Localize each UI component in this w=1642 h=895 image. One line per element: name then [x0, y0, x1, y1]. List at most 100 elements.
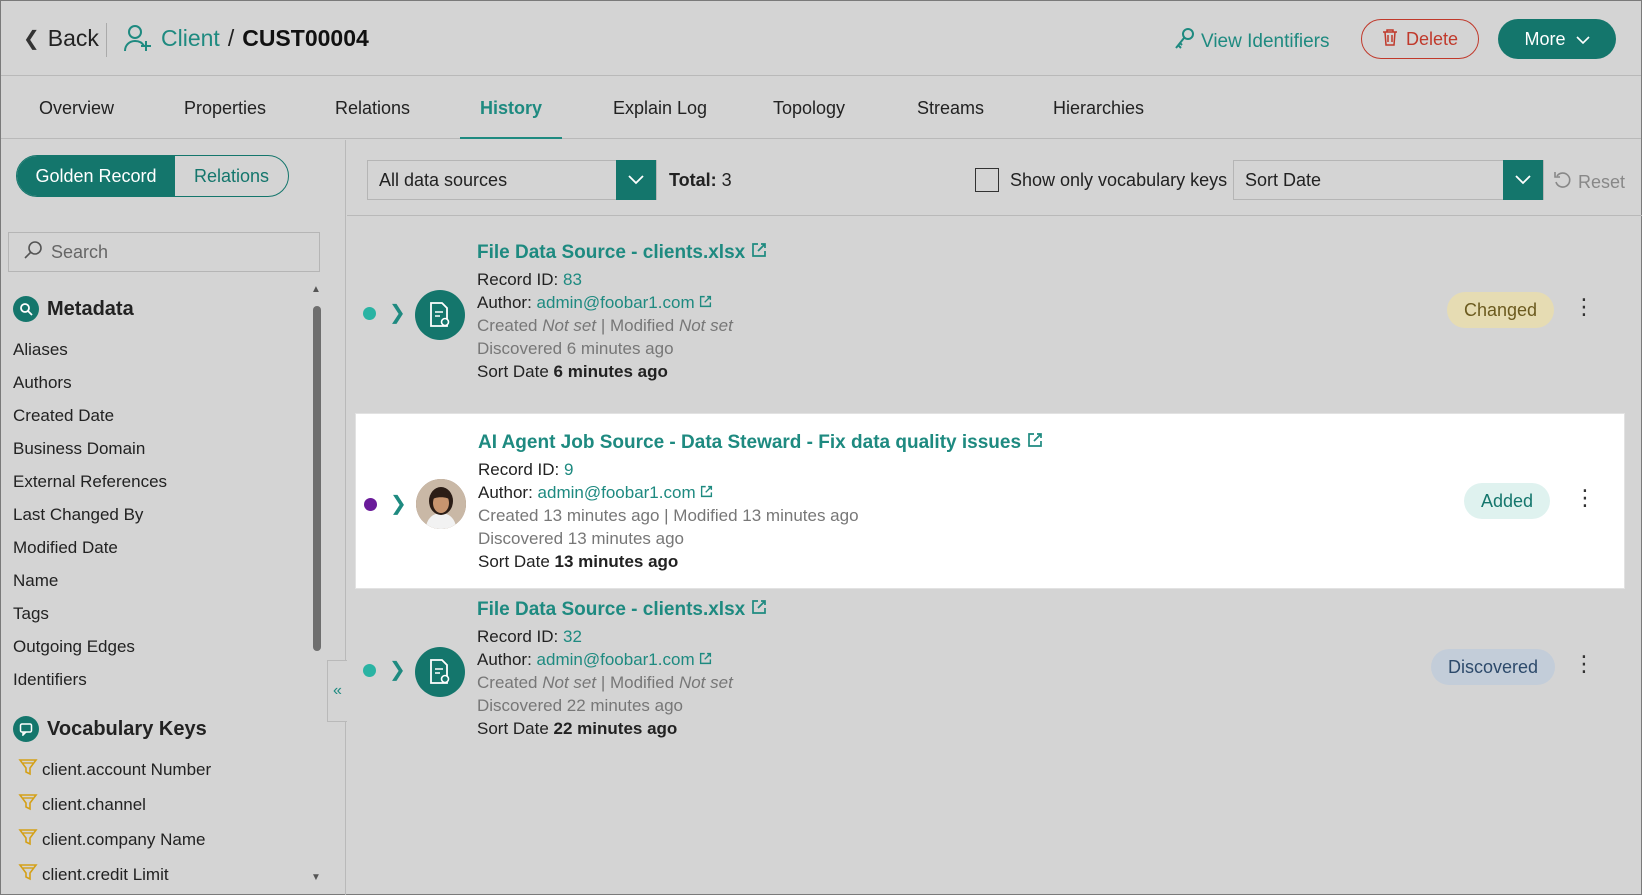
- view-identifiers-button[interactable]: View Identifiers: [1173, 27, 1330, 57]
- record-info: AI Agent Job Source - Data Steward - Fix…: [478, 432, 1043, 573]
- tab-streams[interactable]: Streams: [897, 77, 1004, 139]
- vocab-key-item[interactable]: client.credit Limit: [18, 862, 169, 887]
- history-record[interactable]: ❯ File Data Source - clients.xlsx Record…: [355, 234, 1625, 406]
- record-type-toggle: Golden Record Relations: [16, 155, 289, 197]
- author-label: Author:: [477, 293, 532, 312]
- vocab-key-item[interactable]: client.account Number: [18, 757, 211, 782]
- golden-record-toggle[interactable]: Golden Record: [17, 156, 175, 196]
- sidebar-scrollbar-thumb[interactable]: [313, 306, 321, 651]
- tab-topology[interactable]: Topology: [753, 77, 865, 139]
- record-id-row: Record ID: 32: [477, 625, 767, 648]
- sort-select[interactable]: Sort Date: [1233, 160, 1544, 200]
- metadata-item[interactable]: Identifiers: [13, 670, 87, 690]
- expand-chevron-icon[interactable]: ❯: [389, 300, 406, 325]
- external-link-icon[interactable]: [699, 650, 712, 669]
- external-link-icon[interactable]: [699, 293, 712, 312]
- vocab-key-item[interactable]: client.company Name: [18, 827, 205, 852]
- metadata-title-label: Metadata: [47, 297, 134, 320]
- tab-hierarchies[interactable]: Hierarchies: [1033, 77, 1164, 139]
- created-modified-row: Created 13 minutes ago | Modified 13 min…: [478, 506, 859, 525]
- author-link[interactable]: admin@foobar1.com: [537, 293, 695, 312]
- tab-history[interactable]: History: [460, 77, 563, 139]
- metadata-item[interactable]: Modified Date: [13, 538, 118, 558]
- history-record[interactable]: ❯ File Data Source - clients.xlsx Record…: [355, 591, 1625, 763]
- vocab-title-label: Vocabulary Keys: [47, 717, 207, 740]
- status-badge: Discovered: [1431, 649, 1556, 685]
- checkbox-box[interactable]: [975, 168, 999, 192]
- data-source-select-value: All data sources: [379, 169, 508, 190]
- modified-label: | Modified: [600, 673, 675, 692]
- vocabulary-key-icon: [18, 757, 38, 782]
- metadata-item[interactable]: External References: [13, 472, 167, 492]
- external-link-icon: [1027, 432, 1043, 454]
- author-label: Author:: [477, 650, 532, 669]
- breadcrumb-entity-type[interactable]: Client: [161, 25, 220, 52]
- vocab-key-label: client.company Name: [42, 829, 206, 849]
- record-id-label: Record ID:: [477, 270, 559, 289]
- collapse-sidebar-button[interactable]: «: [327, 660, 347, 722]
- total-label: Total:: [669, 170, 717, 190]
- metadata-item[interactable]: Business Domain: [13, 439, 145, 459]
- metadata-item[interactable]: Tags: [13, 604, 49, 624]
- chevron-down-icon: [1503, 160, 1543, 200]
- vocab-only-checkbox[interactable]: Show only vocabulary keys: [975, 168, 1227, 192]
- more-button[interactable]: More: [1498, 19, 1616, 59]
- add-person-icon: [123, 23, 153, 53]
- discovered-row: Discovered 13 minutes ago: [478, 529, 685, 548]
- metadata-item[interactable]: Authors: [13, 373, 72, 393]
- vocab-key-label: client.account Number: [42, 759, 212, 779]
- sort-date-row: Sort Date 22 minutes ago: [477, 717, 767, 740]
- more-options-icon[interactable]: ⋮: [1573, 294, 1595, 320]
- view-identifiers-label: View Identifiers: [1201, 31, 1330, 52]
- search-input[interactable]: Search: [8, 232, 320, 272]
- external-link-icon[interactable]: [700, 483, 713, 502]
- record-title-link[interactable]: File Data Source - clients.xlsx: [477, 242, 767, 264]
- expand-chevron-icon[interactable]: ❯: [389, 657, 406, 682]
- tab-explain-log[interactable]: Explain Log: [593, 77, 727, 139]
- metadata-item[interactable]: Last Changed By: [13, 505, 143, 525]
- page-header: ❮ Back Client / CUST00004 View Identifie…: [1, 1, 1641, 76]
- metadata-item[interactable]: Name: [13, 571, 58, 591]
- tab-overview[interactable]: Overview: [19, 77, 134, 139]
- vocab-key-label: client.channel: [42, 794, 146, 814]
- scroll-up-arrow-icon[interactable]: ▲: [311, 284, 321, 295]
- delete-button[interactable]: Delete: [1361, 19, 1479, 59]
- author-link[interactable]: admin@foobar1.com: [537, 650, 695, 669]
- vocab-key-item[interactable]: client.channel: [18, 792, 146, 817]
- modified-value: Not set: [678, 316, 733, 335]
- double-chevron-left-icon: «: [333, 682, 342, 699]
- record-title: File Data Source - clients.xlsx: [477, 242, 746, 263]
- vocabulary-key-icon: [18, 827, 38, 852]
- external-link-icon: [751, 242, 767, 264]
- record-title-link[interactable]: AI Agent Job Source - Data Steward - Fix…: [478, 432, 1043, 454]
- record-id-row: Record ID: 83: [477, 268, 767, 291]
- record-id-row: Record ID: 9: [478, 458, 1043, 481]
- vocabulary-keys-section-title[interactable]: Vocabulary Keys: [13, 716, 207, 742]
- record-id: 9: [563, 460, 574, 479]
- total-value: 3: [721, 170, 732, 190]
- reset-button[interactable]: Reset: [1553, 170, 1625, 195]
- author-link[interactable]: admin@foobar1.com: [538, 483, 696, 502]
- delete-label: Delete: [1405, 28, 1459, 49]
- more-options-icon[interactable]: ⋮: [1573, 651, 1595, 677]
- user-avatar: [416, 479, 466, 529]
- expand-chevron-icon[interactable]: ❯: [390, 491, 407, 516]
- metadata-section-title[interactable]: Metadata: [13, 296, 134, 322]
- created-modified-row: Created Not set | Modified Not set: [477, 671, 767, 694]
- record-title-link[interactable]: File Data Source - clients.xlsx: [477, 599, 767, 621]
- back-button[interactable]: ❮ Back: [23, 25, 99, 52]
- tab-relations[interactable]: Relations: [315, 77, 430, 139]
- tab-bar: Overview Properties Relations History Ex…: [1, 77, 1641, 139]
- author-row: Author: admin@foobar1.com: [478, 481, 1043, 504]
- metadata-item[interactable]: Aliases: [13, 340, 68, 360]
- metadata-item[interactable]: Created Date: [13, 406, 114, 426]
- vocabulary-key-icon: [18, 862, 38, 887]
- history-record[interactable]: ❯ AI Agent Job Source - Data Steward - F…: [355, 413, 1625, 589]
- vocabulary-key-icon: [18, 792, 38, 817]
- more-options-icon[interactable]: ⋮: [1574, 485, 1596, 511]
- data-source-select[interactable]: All data sources: [367, 160, 657, 200]
- tab-properties[interactable]: Properties: [164, 77, 286, 139]
- scroll-down-arrow-icon[interactable]: ▼: [311, 872, 321, 883]
- relations-toggle[interactable]: Relations: [175, 156, 288, 196]
- metadata-item[interactable]: Outgoing Edges: [13, 637, 135, 657]
